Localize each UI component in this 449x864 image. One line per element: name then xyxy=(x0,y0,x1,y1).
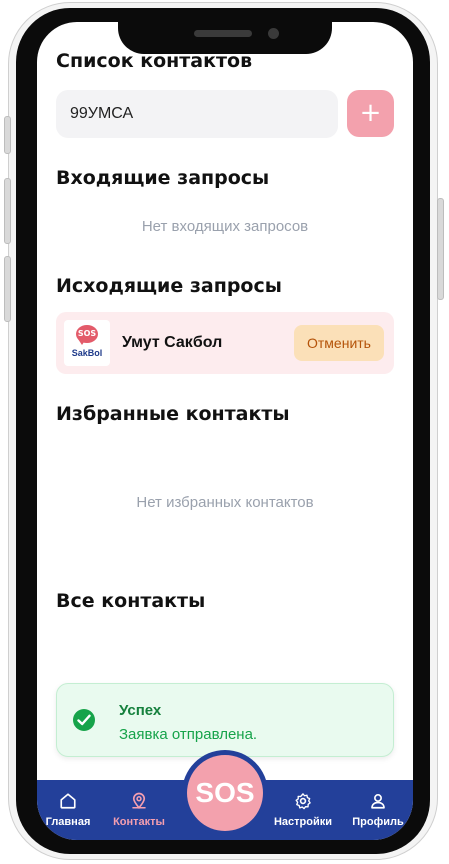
logo-bubble-tail xyxy=(78,339,86,345)
contact-avatar: SOS SakBol xyxy=(64,320,110,366)
nav-item-home[interactable]: Главная xyxy=(37,780,105,840)
logo-wordmark: SakBol xyxy=(71,348,103,358)
all-contacts-heading: Все контакты xyxy=(56,590,206,612)
notch xyxy=(118,10,332,54)
user-icon xyxy=(371,794,385,809)
nav-item-contacts[interactable]: Контакты xyxy=(102,780,176,840)
volume-down-button xyxy=(4,256,11,322)
outgoing-request-item: SOS SakBol Умут Сакбол Отменить xyxy=(56,312,394,374)
toast-message: Заявка отправлена. xyxy=(119,726,258,743)
add-contact-button[interactable]: + xyxy=(347,90,394,137)
sos-button[interactable]: SOS xyxy=(187,755,263,831)
cancel-request-button[interactable]: Отменить xyxy=(294,325,384,361)
nav-item-profile[interactable]: Профиль xyxy=(341,780,413,840)
check-circle-icon xyxy=(73,709,95,731)
contact-name: Умут Сакбол xyxy=(122,334,223,351)
app-screen: Список контактов + Входящие запросы Нет … xyxy=(37,22,413,840)
favorites-empty-text: Нет избранных контактов xyxy=(136,494,314,511)
volume-up-button xyxy=(4,178,11,244)
nav-label-home: Главная xyxy=(45,816,91,828)
mute-switch xyxy=(4,116,11,154)
nav-label-contacts: Контакты xyxy=(113,816,165,828)
incoming-empty-text: Нет входящих запросов xyxy=(141,218,309,235)
speaker-grille xyxy=(194,30,252,37)
favorites-heading: Избранные контакты xyxy=(56,403,290,425)
success-toast: Успех Заявка отправлена. xyxy=(56,683,394,757)
incoming-requests-heading: Входящие запросы xyxy=(56,167,270,189)
toast-title: Успех xyxy=(119,702,162,719)
contact-search-input[interactable] xyxy=(56,90,338,138)
nav-label-settings: Настройки xyxy=(273,816,333,828)
power-button xyxy=(437,198,444,300)
outgoing-requests-heading: Исходящие запросы xyxy=(56,275,282,297)
location-pin-icon xyxy=(132,792,146,810)
home-icon xyxy=(60,793,76,809)
gear-icon xyxy=(295,793,311,810)
front-camera xyxy=(268,28,279,39)
nav-item-settings[interactable]: Настройки xyxy=(266,780,340,840)
nav-label-profile: Профиль xyxy=(352,816,404,828)
